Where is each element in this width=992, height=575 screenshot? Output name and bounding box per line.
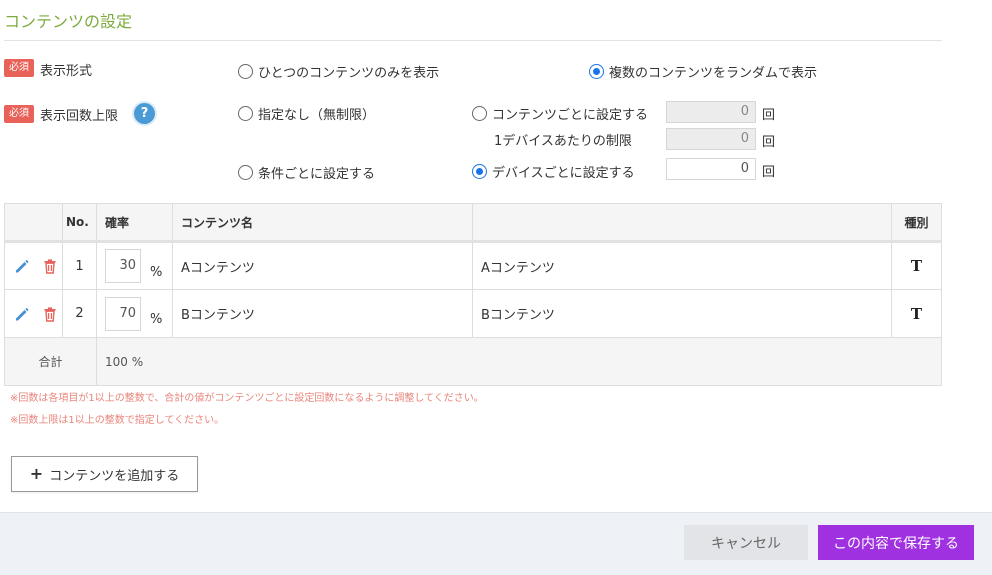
- radio-random-multiple[interactable]: 複数のコンテンツをランダムで表示: [589, 62, 817, 81]
- display-limit-label: 表示回数上限: [40, 109, 119, 124]
- row-rate-cell: 70%: [96, 289, 173, 338]
- add-content-button[interactable]: + コンテンツを追加する: [11, 456, 198, 492]
- radio-per-content-label: コンテンツごとに設定する: [492, 108, 649, 123]
- radio-per-device[interactable]: デバイスごとに設定する: [472, 162, 635, 181]
- radio-single-content[interactable]: ひとつのコンテンツのみを表示: [238, 62, 439, 81]
- rate-unit: %: [150, 264, 163, 280]
- note-sum-rule: ※回数は各項目が1以上の整数で、合計の値がコンテンツごとに設定回数になるように調…: [10, 393, 484, 404]
- table-row: 1 30% Aコンテンツ Aコンテンツ T: [4, 241, 942, 290]
- required-badge-limit: 必須: [4, 105, 34, 123]
- radio-single-content-label: ひとつのコンテンツのみを表示: [258, 66, 440, 81]
- note-integer-rule: ※回数上限は1以上の整数で指定してください。: [10, 415, 225, 426]
- rate-unit: %: [150, 312, 163, 327]
- edit-pencil-icon[interactable]: [13, 257, 31, 275]
- col-actions: [4, 203, 63, 243]
- add-content-label: コンテンツを追加する: [49, 468, 180, 484]
- table-header-row: No. 確率 コンテンツ名 種別: [4, 203, 942, 243]
- radio-per-content[interactable]: コンテンツごとに設定する: [472, 104, 648, 123]
- row-number: 2: [62, 289, 97, 338]
- display-format-label: 表示形式: [40, 64, 93, 79]
- radio-random-multiple-label: 複数のコンテンツをランダムで表示: [609, 66, 818, 81]
- col-type: 種別: [891, 203, 942, 243]
- per-device-limit-label: 1デバイスあたりの制限: [494, 134, 632, 149]
- radio-circle[interactable]: [238, 165, 253, 180]
- page-title: コンテンツの設定: [4, 12, 133, 31]
- total-row: 合計 100 %: [4, 337, 942, 386]
- text-type-icon: T: [891, 289, 942, 338]
- per-device-limit-input[interactable]: 0: [666, 128, 756, 150]
- text-type-icon: T: [891, 241, 942, 290]
- content-detail: Bコンテンツ: [472, 289, 892, 338]
- content-name: Bコンテンツ: [172, 289, 473, 338]
- col-name: コンテンツ名: [172, 203, 473, 243]
- delete-trash-icon[interactable]: [41, 305, 59, 323]
- radio-circle[interactable]: [238, 64, 253, 79]
- save-button[interactable]: この内容で保存する: [818, 525, 974, 560]
- row-number: 1: [62, 241, 97, 290]
- row-rate-cell: 30%: [96, 241, 173, 290]
- radio-per-condition[interactable]: 条件ごとに設定する: [238, 163, 375, 182]
- row-actions: [4, 289, 63, 338]
- radio-circle-selected[interactable]: [472, 164, 487, 179]
- per-content-count-input[interactable]: 0: [666, 101, 756, 123]
- delete-trash-icon[interactable]: [41, 257, 59, 275]
- table-row: 2 70% Bコンテンツ Bコンテンツ T: [4, 289, 942, 338]
- col-no: No.: [62, 203, 97, 243]
- radio-per-device-label: デバイスごとに設定する: [492, 166, 635, 181]
- content-detail: Aコンテンツ: [472, 241, 892, 290]
- total-label: 合計: [4, 337, 97, 386]
- plus-icon: +: [29, 464, 44, 483]
- rate-input[interactable]: 30: [105, 249, 141, 283]
- per-content-unit: 回: [762, 108, 776, 123]
- required-badge-format: 必須: [4, 59, 34, 77]
- col-detail: [472, 203, 892, 243]
- total-value: 100 %: [96, 337, 942, 386]
- row-actions: [4, 241, 63, 290]
- content-table: No. 確率 コンテンツ名 種別 1 30% Aコンテンツ Aコンテンツ T 2…: [4, 203, 942, 386]
- cancel-button[interactable]: キャンセル: [684, 525, 808, 560]
- rate-input[interactable]: 70: [105, 296, 141, 331]
- per-device-unit: 回: [762, 165, 776, 180]
- col-rate: 確率: [96, 203, 173, 243]
- content-name: Aコンテンツ: [172, 241, 473, 290]
- radio-unlimited-label: 指定なし（無制限）: [258, 108, 376, 123]
- title-divider: [4, 40, 942, 41]
- radio-per-condition-label: 条件ごとに設定する: [258, 167, 376, 182]
- per-device-count-input[interactable]: 0: [666, 158, 756, 180]
- help-icon[interactable]: ?: [134, 103, 155, 124]
- radio-circle[interactable]: [238, 106, 253, 121]
- radio-circle-selected[interactable]: [589, 64, 604, 79]
- radio-circle[interactable]: [472, 106, 487, 121]
- edit-pencil-icon[interactable]: [13, 305, 31, 323]
- radio-unlimited[interactable]: 指定なし（無制限）: [238, 104, 375, 123]
- per-device-limit-unit: 回: [762, 135, 776, 150]
